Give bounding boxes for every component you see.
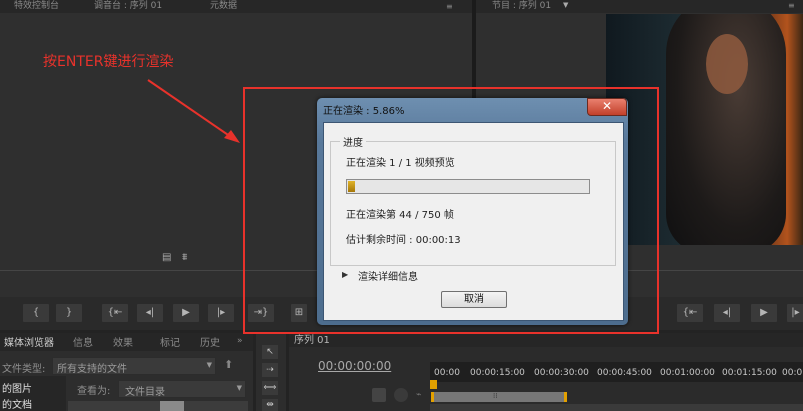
timeline-tabbar	[289, 333, 803, 347]
expand-details-icon[interactable]: ▶	[342, 270, 348, 279]
dialog-title: 正在渲染 : 5.86%	[323, 106, 405, 117]
track-area	[430, 404, 803, 411]
tree-item-documents[interactable]: 的文档	[2, 396, 32, 411]
view-as-select[interactable]: 文件目录 ▼	[118, 380, 246, 398]
tab-audio-mixer[interactable]: 调音台 : 序列 01	[94, 0, 162, 13]
marker-icon[interactable]	[394, 388, 408, 402]
frame-count-text: 正在渲染第 44 / 750 帧	[346, 210, 454, 221]
prog-step-back-button[interactable]: ◂|	[713, 303, 741, 323]
ruler-tick-label: 00:01	[782, 368, 803, 378]
tab-markers[interactable]: 标记	[160, 337, 180, 350]
chevron-down-icon: ▼	[206, 361, 212, 369]
view-as-value: 文件目录	[125, 387, 165, 398]
ripple-tool-icon[interactable]: ⟺	[262, 381, 278, 395]
tab-effect-controls[interactable]: 特效控制台	[14, 0, 59, 13]
playhead-marker-icon[interactable]	[430, 380, 437, 389]
link-icon[interactable]: ⌁	[416, 390, 421, 400]
thumbnail-strip	[68, 401, 248, 411]
ruler-tick-label: 00:00:45:00	[597, 368, 652, 378]
file-type-label: 文件类型:	[2, 364, 46, 375]
tree-item-pictures[interactable]: 的图片	[2, 380, 32, 395]
progress-group-label: 进度	[340, 134, 366, 149]
mark-out-button[interactable]: }	[55, 303, 83, 323]
render-details-label[interactable]: 渲染详细信息	[358, 268, 418, 283]
annotation-text: 按ENTER键进行渲染	[43, 54, 174, 70]
tab-program[interactable]: 节目 : 序列 01	[492, 0, 551, 13]
view-chevron-down-icon: ▼	[236, 384, 242, 392]
video-ear	[706, 34, 748, 94]
timeline-timecode[interactable]: 00:00:00:00	[318, 359, 391, 373]
step-back-button[interactable]: ◂|	[136, 303, 164, 323]
ruler-tick-label: 00:01:00:00	[660, 368, 715, 378]
file-type-select[interactable]: 所有支持的文件 ▼	[52, 357, 216, 375]
razor-tool-icon[interactable]: ⇹	[262, 399, 278, 411]
prog-step-forward-button[interactable]: |▸	[786, 303, 803, 323]
ruler-tick-label: 00:00	[434, 368, 460, 378]
panel-menu-icon[interactable]: ≡	[446, 2, 453, 11]
track-select-tool-icon[interactable]: ⇢	[262, 363, 278, 377]
go-to-in-button[interactable]: {⇤	[101, 303, 129, 323]
render-dialog: 正在渲染 : 5.86% ✕ 进度 正在渲染 1 / 1 视频预览 正在渲染第 …	[317, 98, 628, 325]
upload-icon[interactable]: ⬆	[224, 358, 233, 371]
work-area-bar[interactable]	[431, 392, 567, 402]
ruler-tick-label: 00:01:15:00	[722, 368, 777, 378]
remaining-time-text: 估计剩余时间 : 00:00:13	[346, 235, 461, 246]
tab-sequence-01[interactable]: 序列 01	[294, 334, 330, 347]
program-dropdown-icon[interactable]: ▼	[563, 1, 573, 11]
film-strip-icon[interactable]: ▤	[162, 252, 171, 263]
tab-metadata[interactable]: 元数据	[210, 0, 237, 13]
render-progress-fill	[348, 181, 355, 192]
dialog-body: 进度 正在渲染 1 / 1 视频预览 正在渲染第 44 / 750 帧 估计剩余…	[323, 122, 624, 321]
project-menu-icon[interactable]: »	[237, 336, 243, 346]
play-button[interactable]: ▶	[172, 303, 200, 323]
tab-media-browser[interactable]: 媒体浏览器	[4, 337, 54, 350]
rendering-status-text: 正在渲染 1 / 1 视频预览	[346, 158, 455, 169]
dialog-close-button[interactable]: ✕	[587, 98, 627, 116]
mark-in-button[interactable]: {	[22, 303, 50, 323]
cancel-button-label: 取消	[464, 294, 484, 305]
file-type-value: 所有支持的文件	[57, 364, 127, 375]
program-menu-icon[interactable]: ≡	[788, 1, 795, 10]
step-forward-button[interactable]: |▸	[207, 303, 235, 323]
prog-play-button[interactable]: ▶	[750, 303, 778, 323]
tab-history[interactable]: 历史	[200, 337, 220, 350]
tab-effects[interactable]: 效果	[113, 337, 133, 350]
ruler-tick-label: 00:00:15:00	[470, 368, 525, 378]
tab-info[interactable]: 信息	[73, 337, 93, 350]
cancel-button[interactable]: 取消	[441, 291, 507, 308]
thumbnail-item[interactable]	[160, 401, 184, 411]
render-progress-bar	[346, 179, 590, 194]
annotation-arrow-icon	[147, 79, 240, 143]
view-as-label: 查看为:	[77, 386, 111, 397]
ruler-tick-label: 00:00:30:00	[534, 368, 589, 378]
snap-icon[interactable]	[372, 388, 386, 402]
selection-tool-icon[interactable]: ↖	[262, 345, 278, 359]
close-icon: ✕	[602, 99, 613, 113]
audio-wave-icon[interactable]: ⩩	[182, 252, 187, 263]
prog-go-to-in-button[interactable]: {⇤	[676, 303, 704, 323]
work-area-grip-icon: ⁞⁞	[493, 392, 498, 400]
